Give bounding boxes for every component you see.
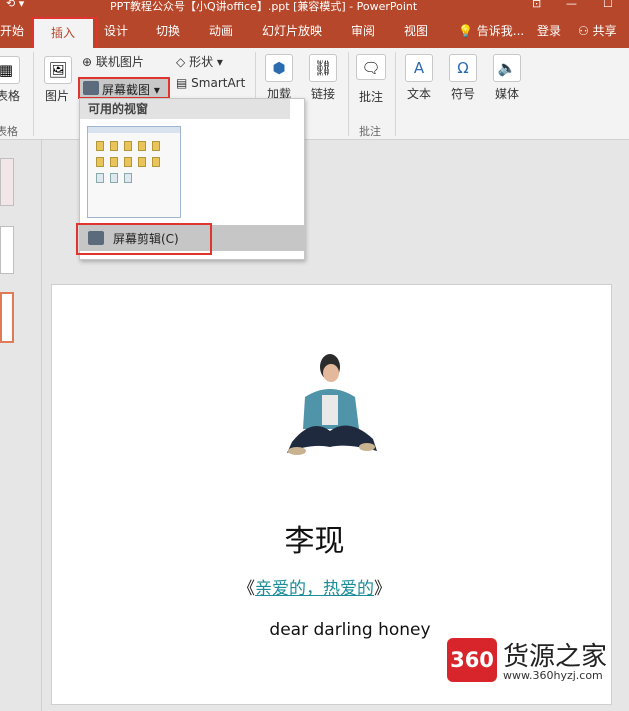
comment-label[interactable]: 批注	[359, 88, 383, 105]
window-thumb-titlebar	[88, 127, 180, 133]
comment-icon[interactable]: 🗨	[356, 54, 386, 80]
tab-transitions[interactable]: 切换	[156, 14, 180, 48]
text-icon[interactable]: A	[405, 54, 433, 82]
login-link[interactable]: 登录	[537, 14, 561, 48]
text-label[interactable]: 文本	[407, 85, 431, 102]
folder-icon	[124, 157, 132, 167]
speaker-icon[interactable]: 🔈	[493, 54, 521, 82]
smartart-icon: ▤	[176, 76, 188, 90]
file-icon	[124, 173, 132, 183]
smartart-label: SmartArt	[191, 76, 246, 90]
globe-picture-icon: ⊕	[82, 55, 93, 69]
file-icon	[96, 173, 104, 183]
screenshot-button[interactable]: 屏幕截图 ▾	[78, 77, 170, 99]
slide-thumbnail-selected[interactable]	[0, 292, 14, 343]
folder-icon	[152, 141, 160, 151]
folder-icon	[96, 141, 104, 151]
share-button[interactable]: ⚇ 共享	[578, 14, 617, 48]
song-open-bracket: 《	[238, 579, 255, 599]
tab-home[interactable]: 开始	[0, 14, 24, 48]
folder-icon	[152, 157, 160, 167]
tell-me-label: 告诉我...	[476, 24, 525, 38]
folder-icon	[110, 157, 118, 167]
ribbon-separator	[395, 52, 396, 136]
tables-group-label: 表格	[0, 125, 18, 138]
person-icon: ⚇	[578, 24, 589, 38]
slide-song-line[interactable]: 《亲爱的，热爱的》	[0, 574, 629, 599]
comments-group-label: 批注	[359, 125, 381, 138]
person-photo[interactable]	[267, 347, 393, 472]
watermark-brand: 货源之家	[503, 642, 608, 672]
watermark-url: www.360hyzj.com	[503, 669, 603, 682]
share-label: 共享	[592, 24, 617, 38]
table-button-label[interactable]: 表格	[0, 87, 20, 104]
tab-slideshow[interactable]: 幻灯片放映	[262, 14, 322, 48]
person-illustration	[287, 354, 377, 455]
song-close-bracket: 》	[374, 579, 391, 599]
tab-design[interactable]: 设计	[104, 14, 128, 48]
available-window-thumbnail[interactable]	[87, 126, 181, 218]
insert-tab-highlight	[32, 17, 98, 52]
online-picture-button[interactable]: ⊕ 联机图片	[82, 53, 144, 70]
available-windows-header: 可用的视窗	[80, 99, 290, 119]
symbol-icon[interactable]: Ω	[449, 54, 477, 82]
tell-me-search[interactable]: 💡 告诉我...	[458, 14, 524, 48]
ribbon-separator	[348, 52, 349, 136]
shapes-button[interactable]: ◇ 形状 ▾	[176, 53, 223, 70]
quick-access-toolbar[interactable]: ⟲ ▾	[6, 0, 24, 10]
watermark: 360 货源之家 www.360hyzj.com	[447, 636, 627, 688]
minimize-icon[interactable]: —	[566, 0, 577, 10]
ribbon-separator	[33, 52, 34, 136]
title-bar: ⟲ ▾ PPT教程公众号【小Q讲office】.ppt [兼容模式] - Pow…	[0, 0, 629, 14]
folder-icon	[96, 157, 104, 167]
lightbulb-icon: 💡	[458, 24, 473, 38]
link-label[interactable]: 链接	[311, 85, 335, 102]
song-hyperlink[interactable]: 亲爱的，热爱的	[255, 579, 374, 599]
online-picture-label: 联机图片	[95, 55, 144, 69]
camera-icon	[83, 81, 99, 95]
tab-animations[interactable]: 动画	[209, 14, 233, 48]
screenshot-label: 屏幕截图 ▾	[102, 83, 160, 97]
folder-icon	[110, 141, 118, 151]
window-title: PPT教程公众号【小Q讲office】.ppt [兼容模式] - PowerPo…	[110, 0, 418, 13]
addins-icon[interactable]: ⬢	[265, 54, 293, 82]
symbol-label[interactable]: 符号	[451, 85, 475, 102]
ribbon-display-icon[interactable]: ⊡	[532, 0, 541, 10]
folder-icon	[124, 141, 132, 151]
slide-thumbnail[interactable]	[0, 158, 14, 206]
shapes-label: 形状 ▾	[189, 55, 223, 69]
smartart-button[interactable]: ▤ SmartArt	[176, 76, 245, 90]
screen-clipping-highlight	[76, 223, 212, 255]
folder-icon	[138, 141, 146, 151]
watermark-logo: 360	[447, 638, 497, 682]
table-icon[interactable]: ▦	[0, 56, 20, 84]
maximize-icon[interactable]: ☐	[603, 0, 613, 10]
tab-review[interactable]: 审阅	[351, 14, 375, 48]
link-icon[interactable]: ⛓	[309, 54, 337, 82]
tab-view[interactable]: 视图	[404, 14, 428, 48]
file-icon	[110, 173, 118, 183]
slide-title-name[interactable]: 李现	[0, 516, 629, 560]
shapes-icon: ◇	[176, 55, 186, 69]
picture-icon[interactable]: 🖼	[44, 56, 72, 84]
slide-thumbnail[interactable]	[0, 226, 14, 274]
media-label[interactable]: 媒体	[495, 85, 519, 102]
folder-icon	[138, 157, 146, 167]
picture-button-label[interactable]: 图片	[45, 87, 69, 104]
